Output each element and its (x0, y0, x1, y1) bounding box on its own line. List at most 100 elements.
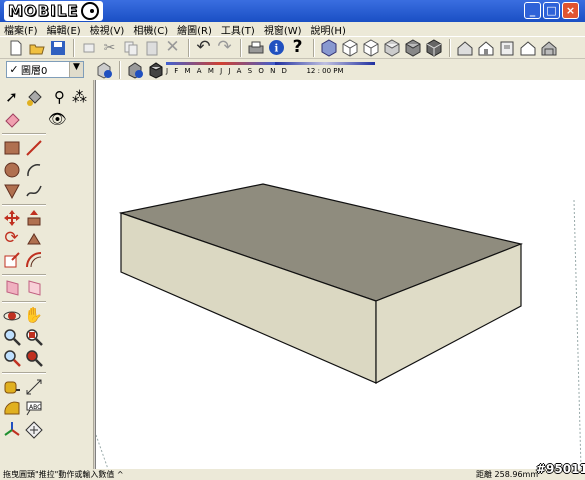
logo-ring-icon (80, 2, 99, 20)
menu-camera[interactable]: 相機(C) (133, 22, 168, 37)
logo-text: MOBILE (8, 2, 79, 21)
vertical-axis-line (573, 199, 582, 469)
box-model[interactable] (118, 183, 524, 384)
time-label: 12 : 00 PM (306, 67, 344, 75)
dimension-tool-icon[interactable] (24, 377, 43, 396)
protractor-tool-icon[interactable] (2, 398, 21, 417)
eraser-tool-icon[interactable] (2, 110, 21, 129)
orbit-tool-icon[interactable] (2, 306, 21, 325)
close-button[interactable]: × (562, 2, 579, 19)
follow-me-tool-icon[interactable] (24, 229, 43, 248)
model-viewport[interactable] (95, 80, 585, 469)
wall-icon[interactable] (497, 38, 516, 57)
time-slider[interactable]: 12 : 00 PM (275, 62, 375, 76)
freehand-tool-icon[interactable] (24, 181, 43, 200)
layer-manager-icon[interactable] (94, 60, 113, 79)
menu-window[interactable]: 視窗(W) (264, 22, 302, 37)
minimize-button[interactable]: _ (524, 2, 541, 19)
paste-icon[interactable] (142, 38, 161, 57)
month-slider-track (166, 62, 276, 65)
offset-tool-icon[interactable] (24, 250, 43, 269)
line-tool-icon[interactable] (24, 138, 43, 157)
shadow-settings-icon[interactable] (125, 60, 144, 79)
model-info-icon[interactable]: i (267, 38, 286, 57)
3d-text-tool-icon[interactable] (24, 420, 43, 439)
title-bar: MOBILE _ □ × (0, 0, 585, 22)
measurement-box[interactable]: 距離 258.96mm (476, 469, 538, 480)
footprint-tool-icon[interactable]: ⁂ (70, 88, 89, 107)
top-view-icon[interactable] (340, 38, 359, 57)
layer-dropdown[interactable]: ✓ 圖層0 ▼ (6, 61, 84, 78)
rotate-tool-icon[interactable]: ⟳ (2, 229, 21, 248)
new-file-icon[interactable] (6, 38, 25, 57)
toolbar-separator (188, 38, 190, 57)
watermark: #95011 (536, 462, 585, 476)
app-logo: MOBILE (4, 1, 103, 21)
toolbar-separator (240, 38, 242, 57)
check-icon: ✓ (9, 63, 19, 76)
standard-toolbar: ✂ ✕ ↶ ↷ i ? (0, 36, 585, 58)
undo-icon[interactable]: ↶ (194, 38, 213, 57)
pan-tool-icon[interactable]: ✋ (24, 306, 43, 325)
svg-text:i: i (275, 44, 279, 55)
menu-file[interactable]: 檔案(F) (4, 22, 38, 37)
zoom-window-tool-icon[interactable] (24, 327, 43, 346)
month-labels: J F M A M J J A S O N D (166, 67, 289, 75)
erase-icon[interactable] (79, 38, 98, 57)
polygon-tool-icon[interactable] (2, 181, 21, 200)
scale-tool-icon[interactable] (2, 250, 21, 269)
menu-help[interactable]: 說明(H) (311, 22, 346, 37)
text-tool-icon[interactable]: ABC (24, 398, 43, 417)
status-hint: 拖曳圓頭"推拉"動作或輸入數值 ^ (3, 470, 124, 479)
menu-edit[interactable]: 編輯(E) (47, 22, 81, 37)
arc-tool-icon[interactable] (24, 160, 43, 179)
house2-icon[interactable] (476, 38, 495, 57)
previous-view-tool-icon[interactable] (2, 348, 21, 367)
menu-draw[interactable]: 繪圖(R) (177, 22, 212, 37)
menu-tools[interactable]: 工具(T) (221, 22, 255, 37)
axes-tool-icon[interactable] (2, 420, 21, 439)
delete-icon[interactable]: ✕ (163, 38, 182, 57)
svg-text:ABC: ABC (29, 404, 41, 411)
circle-tool-icon[interactable] (2, 160, 21, 179)
print-icon[interactable] (246, 38, 265, 57)
shadow-toggle-icon[interactable] (146, 60, 165, 79)
zoom-extents-tool-icon[interactable] (24, 348, 43, 367)
open-file-icon[interactable] (27, 38, 46, 57)
look-around-tool-icon[interactable]: 👁 (48, 110, 67, 129)
toolbar-separator (119, 60, 121, 79)
time-slider-track (275, 62, 375, 65)
ground-line (96, 434, 109, 469)
rectangle-tool-icon[interactable] (2, 138, 21, 157)
save-icon[interactable] (48, 38, 67, 57)
palette-separator (2, 133, 46, 135)
move-tool-icon[interactable] (2, 208, 21, 227)
back-view-icon[interactable] (403, 38, 422, 57)
house-icon[interactable] (455, 38, 474, 57)
select-tool-icon[interactable]: ➚ (2, 88, 21, 107)
palette-separator (2, 204, 46, 206)
tape-measure-tool-icon[interactable] (2, 377, 21, 396)
section-plane-tool-icon[interactable] (2, 278, 21, 297)
walk-tool-icon[interactable]: ⚲ (50, 88, 69, 107)
front-view-icon[interactable] (361, 38, 380, 57)
copy-icon[interactable] (121, 38, 140, 57)
push-pull-tool-icon[interactable] (24, 208, 43, 227)
tool-palette: ➚ ⚲ ⁂ 👁 ⟳ ✋ ABC (0, 80, 94, 469)
house3-icon[interactable] (518, 38, 537, 57)
zoom-tool-icon[interactable] (2, 327, 21, 346)
redo-icon[interactable]: ↷ (215, 38, 234, 57)
right-view-icon[interactable] (382, 38, 401, 57)
month-slider[interactable]: J F M A M J J A S O N D (166, 62, 289, 76)
maximize-button[interactable]: □ (543, 2, 560, 19)
section-cut-tool-icon[interactable] (24, 278, 43, 297)
menu-view[interactable]: 檢視(V) (90, 22, 125, 37)
chevron-down-icon[interactable]: ▼ (69, 62, 83, 77)
layer-value: 圖層0 (21, 66, 48, 77)
iso-view-icon[interactable] (319, 38, 338, 57)
cut-icon[interactable]: ✂ (100, 38, 119, 57)
house4-icon[interactable] (539, 38, 558, 57)
help-icon[interactable]: ? (288, 38, 307, 57)
left-view-icon[interactable] (424, 38, 443, 57)
paint-bucket-tool-icon[interactable] (24, 88, 43, 107)
